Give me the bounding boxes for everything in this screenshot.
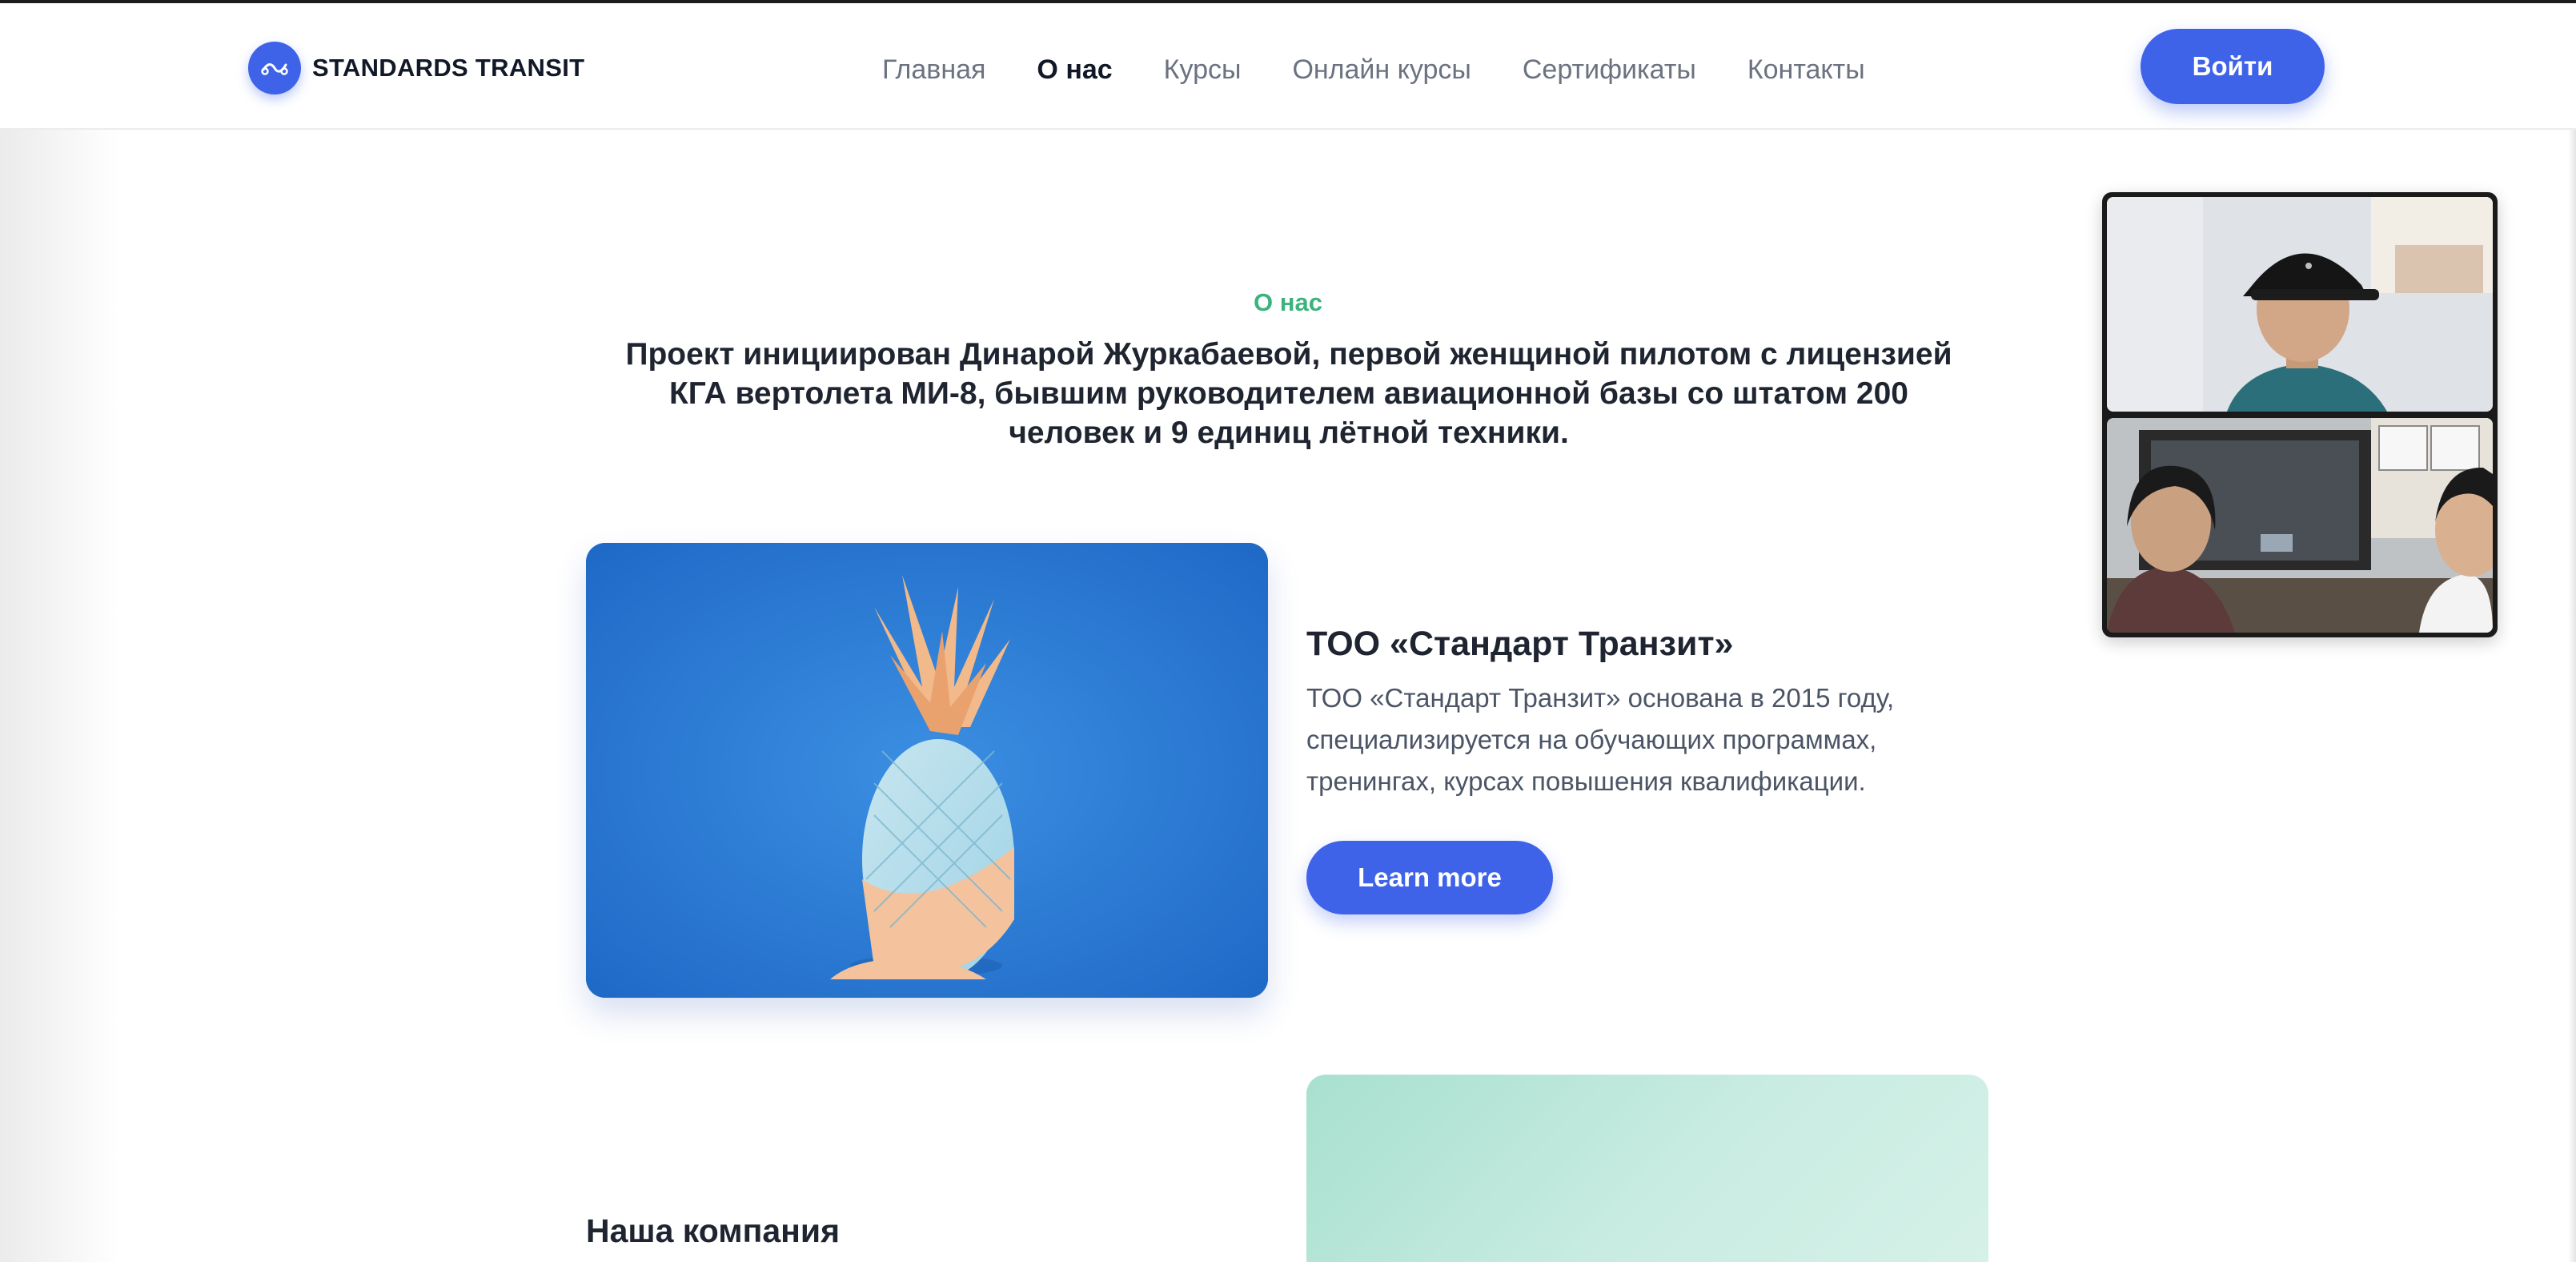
pineapple-image (586, 543, 1268, 998)
video-call-overlay[interactable] (2102, 192, 2498, 637)
main-nav: Главная О нас Курсы Онлайн курсы Сертифи… (882, 50, 1865, 90)
learn-more-button[interactable]: Learn more (1306, 841, 1553, 914)
left-page-shade (0, 3, 120, 1262)
nav-item-about[interactable]: О нас (1037, 54, 1112, 86)
helicopter-logo-icon (248, 42, 301, 94)
nav-item-courses[interactable]: Курсы (1164, 54, 1242, 86)
video-tile-group[interactable] (2107, 418, 2493, 633)
about-intro-text: Проект инициирован Динарой Журкабаевой, … (625, 337, 1952, 450)
nav-item-contacts[interactable]: Контакты (1747, 54, 1865, 86)
company-description: ТОО «Стандарт Транзит» основана в 2015 г… (1306, 683, 1895, 796)
right-page-shade (2568, 3, 2576, 1262)
our-company-heading: Наша компания (586, 1212, 841, 1249)
video-tile-participant[interactable] (2107, 197, 2493, 412)
site-header: STANDARDS TRANSIT Главная О нас Курсы Он… (0, 3, 2576, 130)
nav-item-certificates[interactable]: Сертификаты (1523, 54, 1696, 86)
company-image (1306, 1075, 1988, 1262)
brand-name: STANDARDS TRANSIT (312, 54, 585, 82)
login-button[interactable]: Войти (2141, 29, 2325, 104)
company-title: ТОО «Стандарт Транзит» (1306, 625, 1734, 663)
nav-item-home[interactable]: Главная (882, 54, 985, 86)
nav-item-online-courses[interactable]: Онлайн курсы (1292, 54, 1471, 86)
brand-logo[interactable]: STANDARDS TRANSIT (248, 42, 584, 94)
